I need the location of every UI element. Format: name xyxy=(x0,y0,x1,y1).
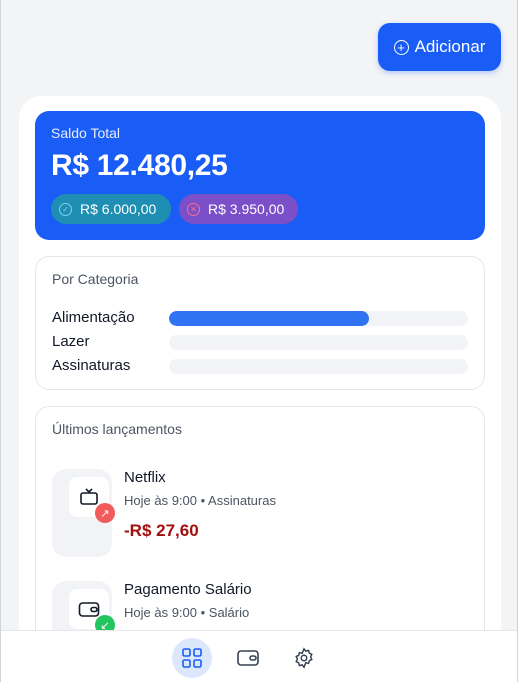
category-title: Por Categoria xyxy=(52,271,139,287)
check-circle-icon: ✓ xyxy=(59,202,72,216)
wallet-icon xyxy=(237,650,259,666)
add-button-label: Adicionar xyxy=(414,37,486,56)
bottom-nav xyxy=(1,630,517,682)
x-circle-icon: ✕ xyxy=(187,202,200,216)
transaction-name: Netflix xyxy=(124,469,166,486)
balance-amount: R$ 12.480,25 xyxy=(51,149,228,182)
category-name: Assinaturas xyxy=(52,357,131,374)
expense-amount: R$ 3.950,00 xyxy=(208,201,285,217)
income-chip: ✓ R$ 6.000,00 xyxy=(51,194,171,224)
grid-icon xyxy=(182,648,202,668)
settings-icon xyxy=(295,647,313,669)
category-row: Assinaturas xyxy=(52,357,470,375)
expense-chip: ✕ R$ 3.950,00 xyxy=(179,194,298,224)
category-track xyxy=(169,311,468,326)
category-fill xyxy=(169,311,370,326)
nav-dashboard[interactable] xyxy=(172,638,212,678)
add-button[interactable]: + Adicionar xyxy=(378,23,501,71)
transaction-name: Pagamento Salário xyxy=(124,581,252,598)
nav-settings[interactable] xyxy=(284,638,324,678)
nav-wallet[interactable] xyxy=(228,638,268,678)
category-name: Lazer xyxy=(52,333,90,350)
plus-circle-icon: + xyxy=(393,39,409,55)
balance-label: Saldo Total xyxy=(51,125,121,141)
income-amount: R$ 6.000,00 xyxy=(80,201,157,217)
category-track xyxy=(169,335,468,350)
transaction-amount: -R$ 27,60 xyxy=(124,521,199,540)
transaction-meta: Hoje às 9:00 • Assinaturas xyxy=(124,493,276,508)
transactions-title: Últimos lançamentos xyxy=(52,421,182,437)
category-name: Alimentação xyxy=(52,309,135,326)
category-card: Por Categoria Alimentação Lazer Assinatu… xyxy=(35,256,485,390)
balance-card: Saldo Total R$ 12.480,25 ✓ R$ 6.000,00 ✕… xyxy=(35,111,485,240)
category-track xyxy=(169,359,468,374)
arrow-up-right-icon: ↗ xyxy=(95,503,115,523)
category-row: Lazer xyxy=(52,333,470,351)
app-screen: + Adicionar Saldo Total R$ 12.480,25 ✓ R… xyxy=(0,0,518,682)
category-row: Alimentação xyxy=(52,309,470,327)
transaction-meta: Hoje às 9:00 • Salário xyxy=(124,605,250,620)
transaction-item[interactable]: ↗ Netflix Hoje às 9:00 • Assinaturas -R$… xyxy=(52,469,470,559)
